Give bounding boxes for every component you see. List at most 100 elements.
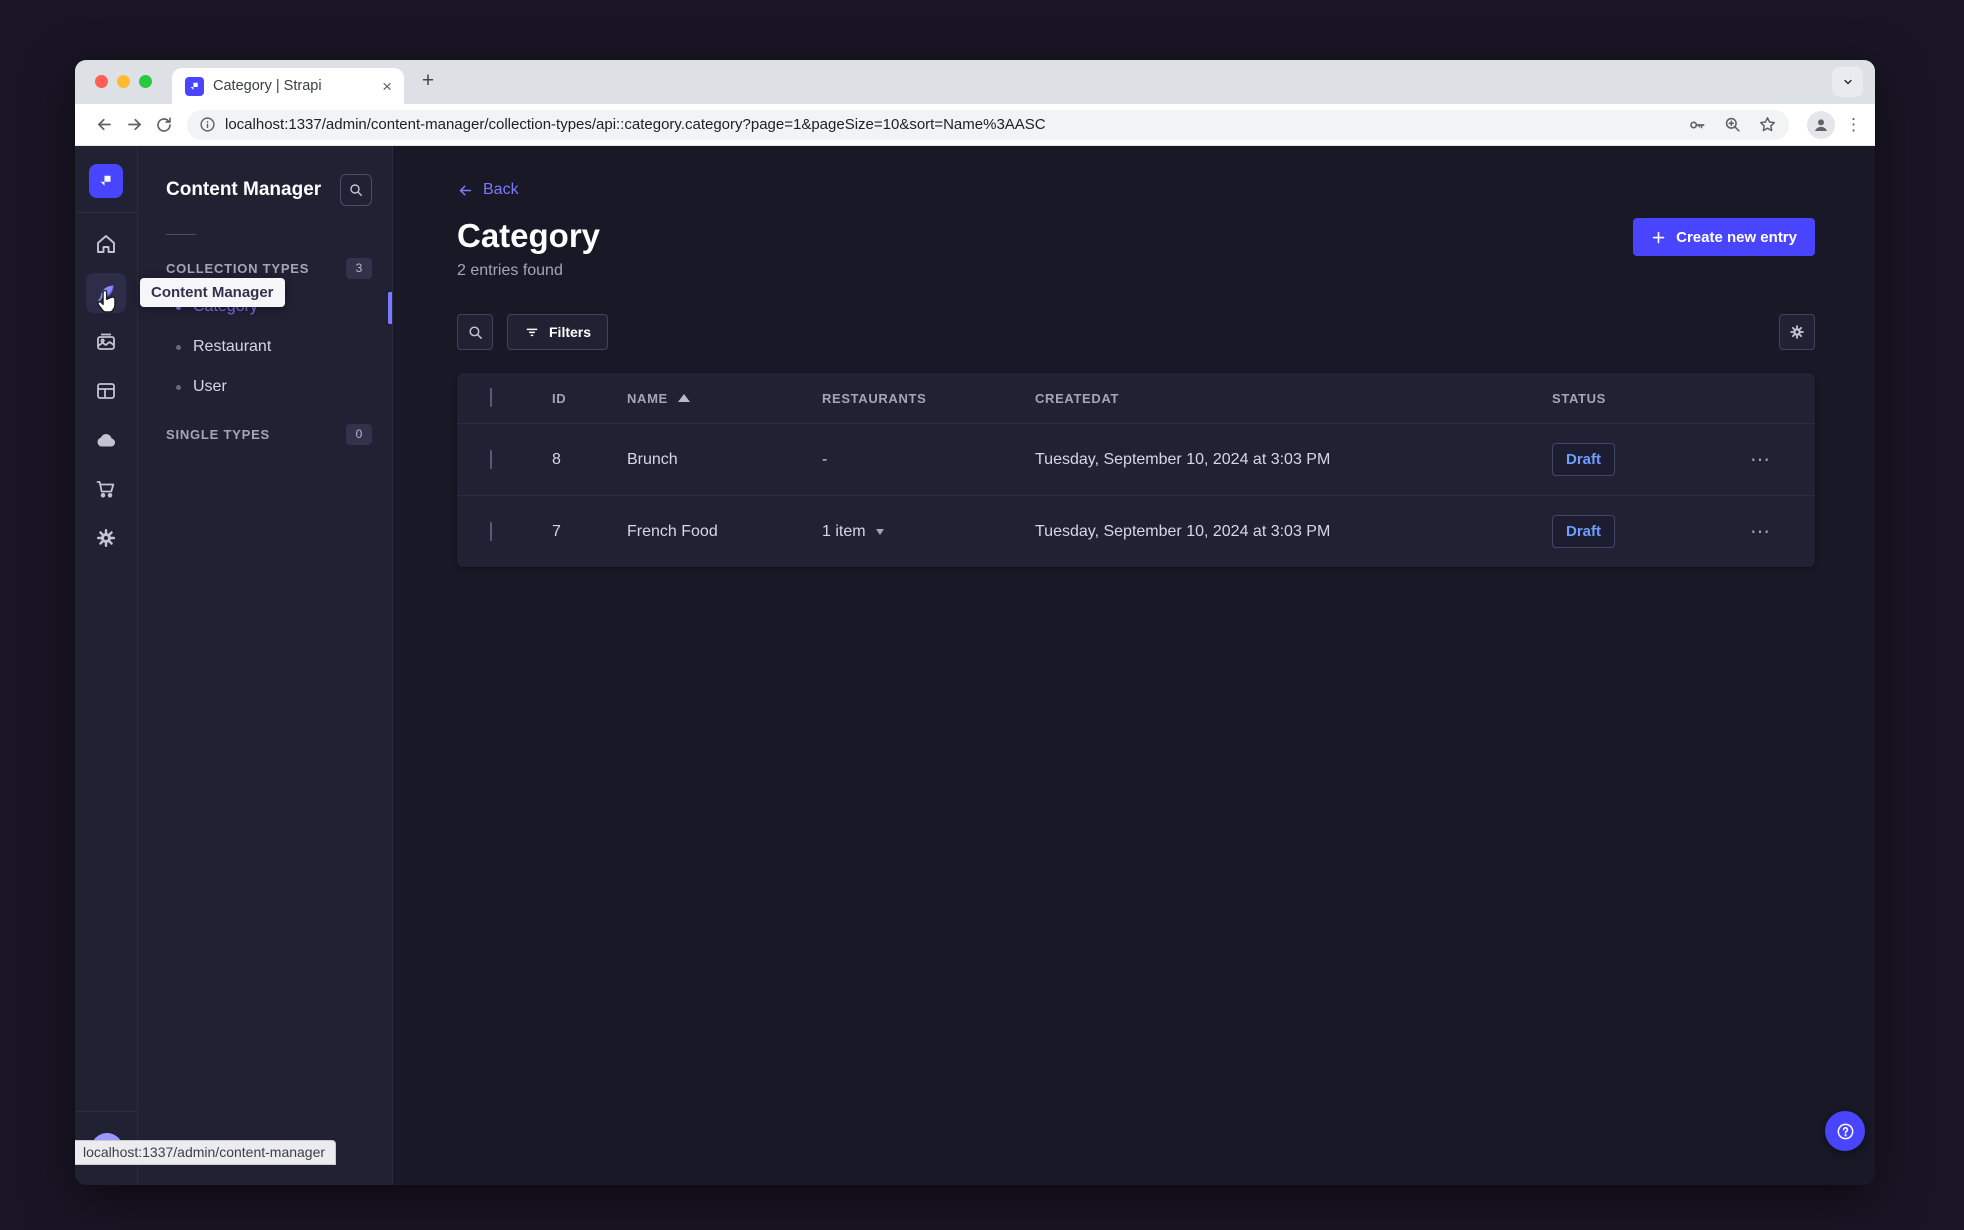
filters-label: Filters bbox=[549, 324, 592, 340]
traffic-lights bbox=[95, 75, 152, 88]
cell-createdat: Tuesday, September 10, 2024 at 3:03 PM bbox=[1035, 450, 1331, 468]
subnav-item-label: User bbox=[193, 378, 227, 395]
content-type-builder-icon bbox=[97, 383, 115, 399]
bullet-icon bbox=[176, 384, 181, 390]
tab-title: Category | Strapi bbox=[213, 78, 322, 94]
url-text: localhost:1337/admin/content-manager/col… bbox=[225, 116, 1046, 133]
link-status-bar: localhost:1337/admin/content-manager bbox=[75, 1140, 337, 1165]
subnav-item-user[interactable]: User bbox=[166, 367, 372, 407]
table-search-button[interactable] bbox=[457, 314, 493, 350]
tab-search-chevron-icon[interactable] bbox=[1832, 67, 1863, 97]
bullet-icon bbox=[176, 344, 181, 350]
table-header-row: ID NAME RESTAURANTS CREATEDAT STATUS bbox=[457, 373, 1815, 423]
media-library-icon bbox=[97, 333, 115, 350]
browser-toolbar: localhost:1337/admin/content-manager/col… bbox=[75, 104, 1875, 146]
sort-ascending-icon bbox=[677, 394, 690, 402]
subnav-divider bbox=[166, 234, 196, 235]
column-header-restaurants[interactable]: RESTAURANTS bbox=[822, 391, 1035, 406]
window-minimize-button[interactable] bbox=[117, 75, 130, 88]
nav-tooltip: Content Manager bbox=[140, 278, 285, 307]
filters-button[interactable]: Filters bbox=[507, 314, 609, 350]
rail-settings-button[interactable] bbox=[86, 518, 126, 558]
cell-restaurants[interactable]: 1 item bbox=[822, 523, 1035, 541]
subnav-item-restaurant[interactable]: Restaurant bbox=[166, 327, 372, 367]
column-header-name[interactable]: NAME bbox=[627, 391, 822, 406]
zoom-page-icon[interactable] bbox=[1723, 115, 1742, 134]
back-label: Back bbox=[483, 181, 519, 198]
subnav-item-label: Restaurant bbox=[193, 338, 272, 355]
cell-id: 8 bbox=[552, 450, 561, 468]
row-checkbox[interactable] bbox=[490, 521, 492, 541]
deploy-cloud-icon bbox=[97, 434, 116, 447]
window-zoom-button[interactable] bbox=[139, 75, 152, 88]
rail-content-type-builder-button[interactable] bbox=[86, 371, 126, 411]
search-icon bbox=[350, 184, 363, 197]
cell-id: 7 bbox=[552, 522, 561, 540]
strapi-app: KD Content Manager COLLECTION TYPES 3 Ca… bbox=[75, 146, 1875, 1185]
collection-types-label: COLLECTION TYPES bbox=[166, 260, 310, 276]
marketplace-cart-icon bbox=[96, 481, 115, 498]
bookmark-star-icon[interactable] bbox=[1758, 115, 1777, 134]
password-key-icon[interactable] bbox=[1687, 115, 1707, 135]
browser-window: Category | Strapi × + localhost:1337/adm… bbox=[75, 60, 1875, 1185]
tab-close-icon[interactable]: × bbox=[382, 78, 392, 95]
help-button[interactable] bbox=[1825, 1111, 1865, 1151]
back-link[interactable]: Back bbox=[457, 180, 1815, 200]
rail-home-button[interactable] bbox=[86, 224, 126, 264]
forward-nav-icon[interactable] bbox=[119, 110, 149, 140]
address-bar[interactable]: localhost:1337/admin/content-manager/col… bbox=[187, 109, 1789, 140]
collection-types-count-badge: 3 bbox=[346, 257, 372, 279]
relation-count-label: 1 item bbox=[822, 522, 866, 540]
main-content: Back Category 2 entries found Create new… bbox=[393, 146, 1875, 1185]
create-new-entry-label: Create new entry bbox=[1676, 228, 1797, 246]
select-all-checkbox[interactable] bbox=[490, 388, 492, 407]
row-actions-menu[interactable]: ⋯ bbox=[1750, 519, 1815, 544]
page-title: Category bbox=[457, 217, 601, 254]
question-mark-icon bbox=[1837, 1123, 1853, 1139]
page-info-icon[interactable] bbox=[199, 116, 216, 133]
table-row[interactable]: 8 Brunch - Tuesday, September 10, 2024 a… bbox=[457, 423, 1815, 495]
rail-media-library-button[interactable] bbox=[86, 322, 126, 362]
rail-divider bbox=[75, 212, 138, 213]
settings-gear-icon bbox=[97, 529, 115, 547]
cell-name: Brunch bbox=[627, 450, 678, 468]
view-settings-button[interactable] bbox=[1779, 314, 1815, 350]
new-tab-button[interactable]: + bbox=[417, 70, 439, 93]
window-close-button[interactable] bbox=[95, 75, 108, 88]
column-header-name-label: NAME bbox=[627, 390, 668, 406]
browser-menu-icon[interactable]: ⋮ bbox=[1845, 115, 1862, 135]
browser-tab[interactable]: Category | Strapi × bbox=[172, 68, 404, 104]
reload-icon[interactable] bbox=[149, 110, 179, 140]
filter-icon bbox=[526, 328, 538, 337]
collection-types-section: COLLECTION TYPES 3 bbox=[166, 257, 372, 279]
home-icon bbox=[97, 235, 115, 253]
cell-createdat: Tuesday, September 10, 2024 at 3:03 PM bbox=[1035, 522, 1331, 540]
subnav-search-button[interactable] bbox=[340, 174, 372, 206]
create-new-entry-button[interactable]: Create new entry bbox=[1633, 218, 1815, 256]
chevron-down-icon bbox=[875, 528, 884, 535]
cell-restaurants: - bbox=[822, 450, 828, 468]
entries-table: ID NAME RESTAURANTS CREATEDAT STATUS 8 B… bbox=[457, 373, 1815, 567]
active-item-indicator bbox=[388, 292, 392, 324]
rail-deploy-button[interactable] bbox=[86, 420, 126, 460]
search-icon bbox=[468, 325, 482, 339]
status-badge: Draft bbox=[1552, 515, 1616, 548]
table-row[interactable]: 7 French Food 1 item Tuesday, September … bbox=[457, 495, 1815, 567]
strapi-logo-icon[interactable] bbox=[89, 164, 123, 198]
cell-name: French Food bbox=[627, 522, 718, 540]
browser-profile-icon[interactable] bbox=[1807, 110, 1835, 139]
mouse-cursor-hand bbox=[95, 289, 119, 321]
tab-strip: Category | Strapi × + bbox=[75, 60, 1875, 104]
column-header-id[interactable]: ID bbox=[552, 391, 627, 406]
row-actions-menu[interactable]: ⋯ bbox=[1750, 447, 1815, 472]
back-nav-icon[interactable] bbox=[89, 110, 119, 140]
column-header-createdat[interactable]: CREATEDAT bbox=[1035, 391, 1552, 406]
status-badge: Draft bbox=[1552, 443, 1616, 476]
plus-icon bbox=[1652, 231, 1665, 243]
single-types-section: SINGLE TYPES 0 bbox=[166, 423, 372, 445]
row-checkbox[interactable] bbox=[490, 449, 492, 469]
column-header-status[interactable]: STATUS bbox=[1552, 391, 1750, 406]
subnav-title: Content Manager bbox=[166, 179, 322, 200]
rail-marketplace-button[interactable] bbox=[86, 469, 126, 509]
gear-icon bbox=[1790, 325, 1804, 339]
